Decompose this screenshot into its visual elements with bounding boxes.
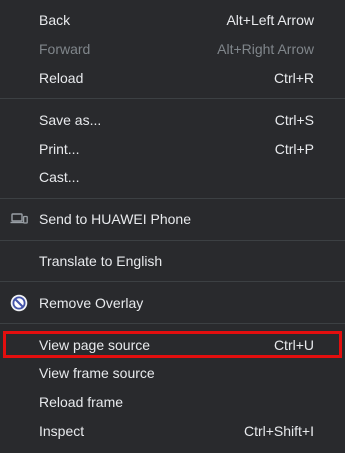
menu-item-label: Forward <box>39 41 91 58</box>
menu-item-cast[interactable]: Cast... <box>0 163 345 192</box>
menu-item-shortcut: Ctrl+U <box>273 336 314 353</box>
menu-item-inspect[interactable]: Inspect Ctrl+Shift+I <box>0 417 345 446</box>
menu-item-reload[interactable]: Reload Ctrl+R <box>0 64 345 93</box>
menu-item-view-frame-source[interactable]: View frame source <box>0 359 345 388</box>
menu-item-send-to-phone[interactable]: Send to HUAWEI Phone <box>0 205 345 234</box>
menu-item-shortcut: Ctrl+Shift+I <box>243 422 314 439</box>
menu-item-label: Save as... <box>39 111 102 128</box>
menu-item-shortcut: Ctrl+R <box>273 69 314 86</box>
menu-item-shortcut: Ctrl+S <box>274 111 314 128</box>
menu-item-translate[interactable]: Translate to English <box>0 247 345 276</box>
menu-item-label: Reload frame <box>39 394 124 411</box>
menu-item-forward: Forward Alt+Right Arrow <box>0 35 345 64</box>
menu-item-label: Cast... <box>39 169 80 186</box>
no-entry-icon <box>10 294 28 312</box>
menu-item-reload-frame[interactable]: Reload frame <box>0 388 345 417</box>
menu-item-label: Print... <box>39 140 80 157</box>
menu-item-label: Inspect <box>39 422 85 439</box>
menu-item-view-page-source[interactable]: View page source Ctrl+U <box>0 330 345 359</box>
menu-item-label: View page source <box>39 336 151 353</box>
menu-separator <box>0 98 345 100</box>
menu-item-label: View frame source <box>39 365 155 382</box>
menu-separator <box>0 197 345 199</box>
menu-item-label: Reload <box>39 69 84 86</box>
menu-separator <box>0 239 345 241</box>
menu-item-print[interactable]: Print... Ctrl+P <box>0 134 345 163</box>
menu-item-shortcut: Ctrl+P <box>274 140 314 157</box>
menu-item-shortcut: Alt+Left Arrow <box>226 12 314 29</box>
menu-item-shortcut: Alt+Right Arrow <box>217 41 314 58</box>
menu-separator <box>0 323 345 325</box>
menu-item-save-as[interactable]: Save as... Ctrl+S <box>0 105 345 134</box>
menu-item-label: Back <box>39 12 71 29</box>
menu-item-remove-overlay[interactable]: Remove Overlay <box>0 288 345 317</box>
devices-icon <box>10 210 28 228</box>
context-menu: Back Alt+Left Arrow Forward Alt+Right Ar… <box>0 0 345 453</box>
menu-item-back[interactable]: Back Alt+Left Arrow <box>0 6 345 35</box>
menu-item-label: Send to HUAWEI Phone <box>39 211 192 228</box>
menu-item-label: Remove Overlay <box>39 294 144 311</box>
menu-item-label: Translate to English <box>39 252 163 269</box>
menu-separator <box>0 281 345 283</box>
